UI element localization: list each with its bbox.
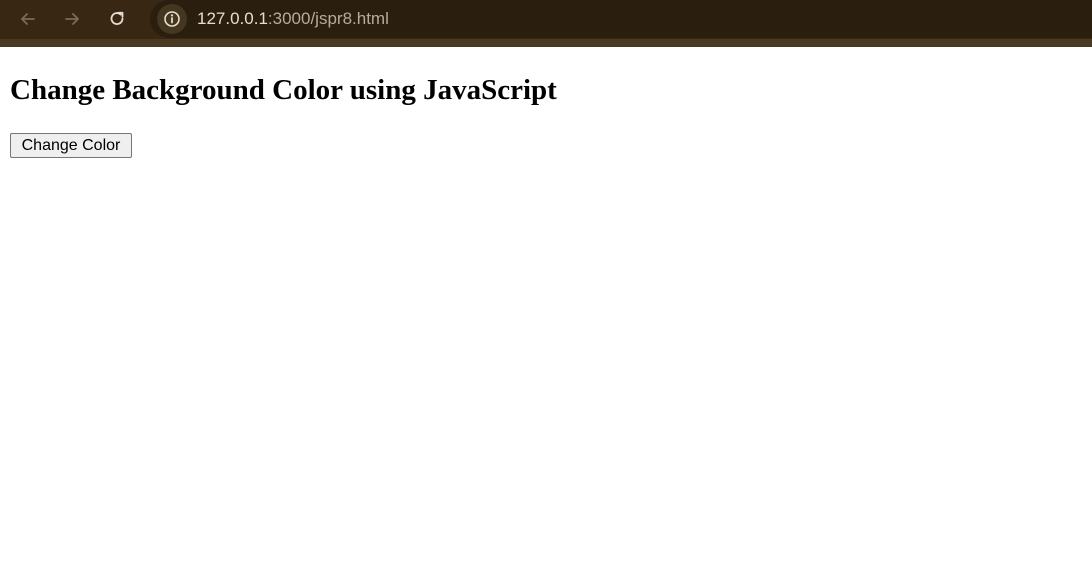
change-color-button[interactable]: Change Color	[10, 133, 132, 158]
reload-icon	[110, 11, 124, 25]
url-host: 127.0.0.1	[197, 9, 268, 28]
browser-toolbar: 127.0.0.1:3000/jspr8.html	[0, 0, 1092, 47]
page-content: Change Background Color using JavaScript…	[0, 47, 1092, 585]
back-button[interactable]	[13, 4, 43, 34]
page-title: Change Background Color using JavaScript	[10, 74, 557, 106]
info-icon	[164, 11, 180, 27]
url-path: :3000/jspr8.html	[267, 9, 389, 28]
address-bar[interactable]: 127.0.0.1:3000/jspr8.html	[150, 0, 1092, 38]
site-info-button[interactable]	[157, 4, 187, 34]
back-arrow-icon	[21, 13, 35, 25]
forward-button[interactable]	[57, 4, 87, 34]
url-text[interactable]: 127.0.0.1:3000/jspr8.html	[197, 9, 389, 29]
forward-arrow-icon	[65, 13, 79, 25]
reload-button[interactable]	[102, 4, 132, 34]
